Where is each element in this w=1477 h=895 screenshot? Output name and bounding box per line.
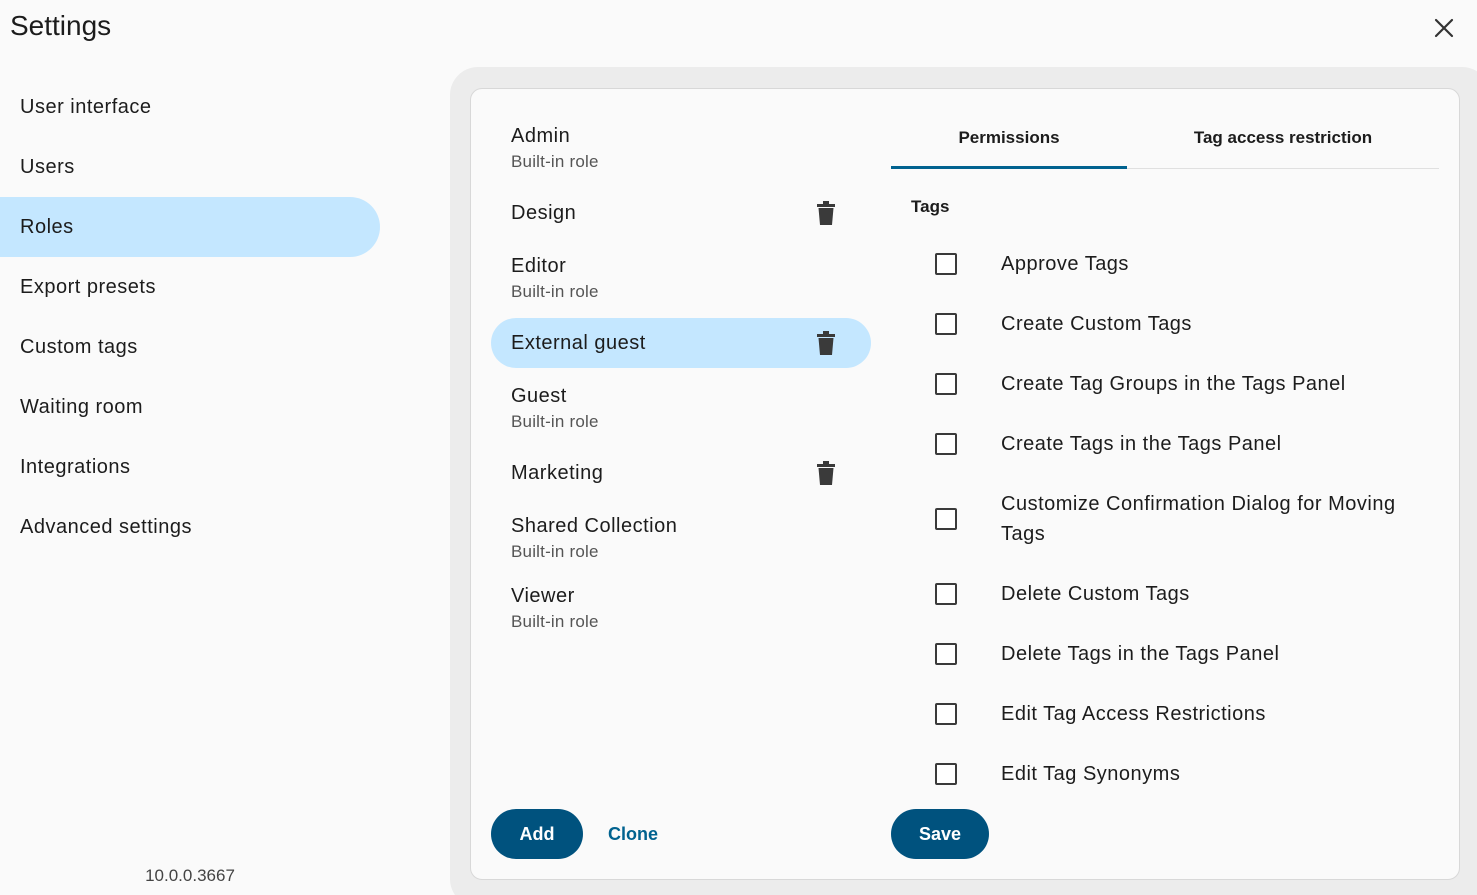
close-icon [1434, 18, 1454, 38]
permission-item[interactable]: Create Tag Groups in the Tags Panel [925, 354, 1425, 414]
role-subtitle: Built-in role [511, 611, 599, 631]
permission-checkbox[interactable] [935, 583, 957, 605]
permission-label: Create Tags in the Tags Panel [1001, 433, 1282, 455]
permission-checkbox[interactable] [935, 373, 957, 395]
nav-item-advanced-settings[interactable]: Advanced settings [0, 497, 380, 557]
permissions-list: Approve Tags Create Custom Tags Create T… [925, 234, 1425, 804]
role-name: Guest [511, 384, 567, 407]
role-subtitle: Built-in role [511, 281, 599, 301]
role-item-marketing[interactable]: Marketing [491, 448, 871, 498]
role-name: Admin [511, 124, 571, 147]
role-item-admin[interactable]: Admin Built-in role [491, 118, 871, 178]
nav-item-label: Export presets [20, 275, 156, 298]
permission-item[interactable]: Delete Custom Tags [925, 564, 1425, 624]
nav-item-waiting-room[interactable]: Waiting room [0, 377, 380, 437]
permission-label: Create Tag Groups in the Tags Panel [1001, 373, 1346, 395]
nav-item-users[interactable]: Users [0, 137, 380, 197]
role-name: Viewer [511, 584, 575, 607]
role-item-editor[interactable]: Editor Built-in role [491, 248, 871, 308]
permission-item[interactable]: Create Tags in the Tags Panel [925, 414, 1425, 474]
role-subtitle: Built-in role [511, 541, 599, 561]
permission-item[interactable]: Edit Tag Access Restrictions [925, 684, 1425, 744]
nav-item-roles[interactable]: Roles [0, 197, 380, 257]
clone-role-button[interactable]: Clone [600, 809, 666, 859]
role-item-design[interactable]: Design [491, 188, 871, 238]
permission-item[interactable]: Customize Confirmation Dialog for Moving… [925, 474, 1425, 564]
role-detail-tabs: Permissions Tag access restriction [891, 108, 1439, 169]
permission-checkbox[interactable] [935, 763, 957, 785]
nav-item-custom-tags[interactable]: Custom tags [0, 317, 380, 377]
trash-icon [817, 331, 835, 355]
nav-item-export-presets[interactable]: Export presets [0, 257, 380, 317]
settings-nav: User interface Users Roles Export preset… [0, 77, 380, 557]
role-name: Shared Collection [511, 514, 678, 537]
nav-item-user-interface[interactable]: User interface [0, 77, 380, 137]
permission-label: Delete Custom Tags [1001, 583, 1190, 605]
permission-group-label: Tags [911, 197, 950, 216]
role-item-shared-collection[interactable]: Shared Collection Built-in role [491, 508, 871, 568]
permission-label: Edit Tag Synonyms [1001, 763, 1181, 785]
page-title: Settings [10, 10, 112, 41]
save-button[interactable]: Save [891, 809, 989, 859]
permission-checkbox[interactable] [935, 253, 957, 275]
version-label: 10.0.0.3667 [145, 866, 235, 885]
permission-checkbox[interactable] [935, 643, 957, 665]
permission-label: Create Custom Tags [1001, 313, 1192, 335]
role-name: Editor [511, 254, 567, 277]
permission-label: Customize Confirmation Dialog for Moving… [1001, 493, 1396, 545]
tab-permissions[interactable]: Permissions [891, 108, 1127, 169]
role-subtitle: Built-in role [511, 411, 599, 431]
permission-item[interactable]: Create Custom Tags [925, 294, 1425, 354]
permission-checkbox[interactable] [935, 313, 957, 335]
roles-list: Admin Built-in role Design Editor Built-… [491, 118, 871, 648]
role-subtitle: Built-in role [511, 151, 599, 171]
permission-label: Edit Tag Access Restrictions [1001, 703, 1266, 725]
nav-item-label: Users [20, 155, 75, 178]
nav-item-label: Advanced settings [20, 515, 192, 538]
permission-checkbox[interactable] [935, 433, 957, 455]
permission-label: Delete Tags in the Tags Panel [1001, 643, 1280, 665]
permission-label: Approve Tags [1001, 253, 1129, 275]
delete-role-button[interactable] [815, 330, 837, 356]
permission-item[interactable]: Delete Tags in the Tags Panel [925, 624, 1425, 684]
role-item-external-guest[interactable]: External guest [491, 318, 871, 368]
settings-dialog: Settings User interface Users Roles Expo… [0, 0, 1477, 895]
permission-item[interactable]: Edit Tag Synonyms [925, 744, 1425, 804]
permission-checkbox[interactable] [935, 703, 957, 725]
nav-item-label: User interface [20, 95, 152, 118]
nav-item-label: Roles [20, 215, 74, 238]
close-button[interactable] [1426, 10, 1462, 46]
role-item-guest[interactable]: Guest Built-in role [491, 378, 871, 438]
trash-icon [817, 201, 835, 225]
tab-tag-access-restriction[interactable]: Tag access restriction [1127, 108, 1439, 168]
role-item-viewer[interactable]: Viewer Built-in role [491, 578, 871, 638]
nav-item-label: Integrations [20, 455, 131, 478]
trash-icon [817, 461, 835, 485]
delete-role-button[interactable] [815, 460, 837, 486]
nav-item-integrations[interactable]: Integrations [0, 437, 380, 497]
permission-item[interactable]: Approve Tags [925, 234, 1425, 294]
delete-role-button[interactable] [815, 200, 837, 226]
nav-item-label: Custom tags [20, 335, 138, 358]
permission-checkbox[interactable] [935, 508, 957, 530]
add-role-button[interactable]: Add [491, 809, 583, 859]
nav-item-label: Waiting room [20, 395, 144, 418]
